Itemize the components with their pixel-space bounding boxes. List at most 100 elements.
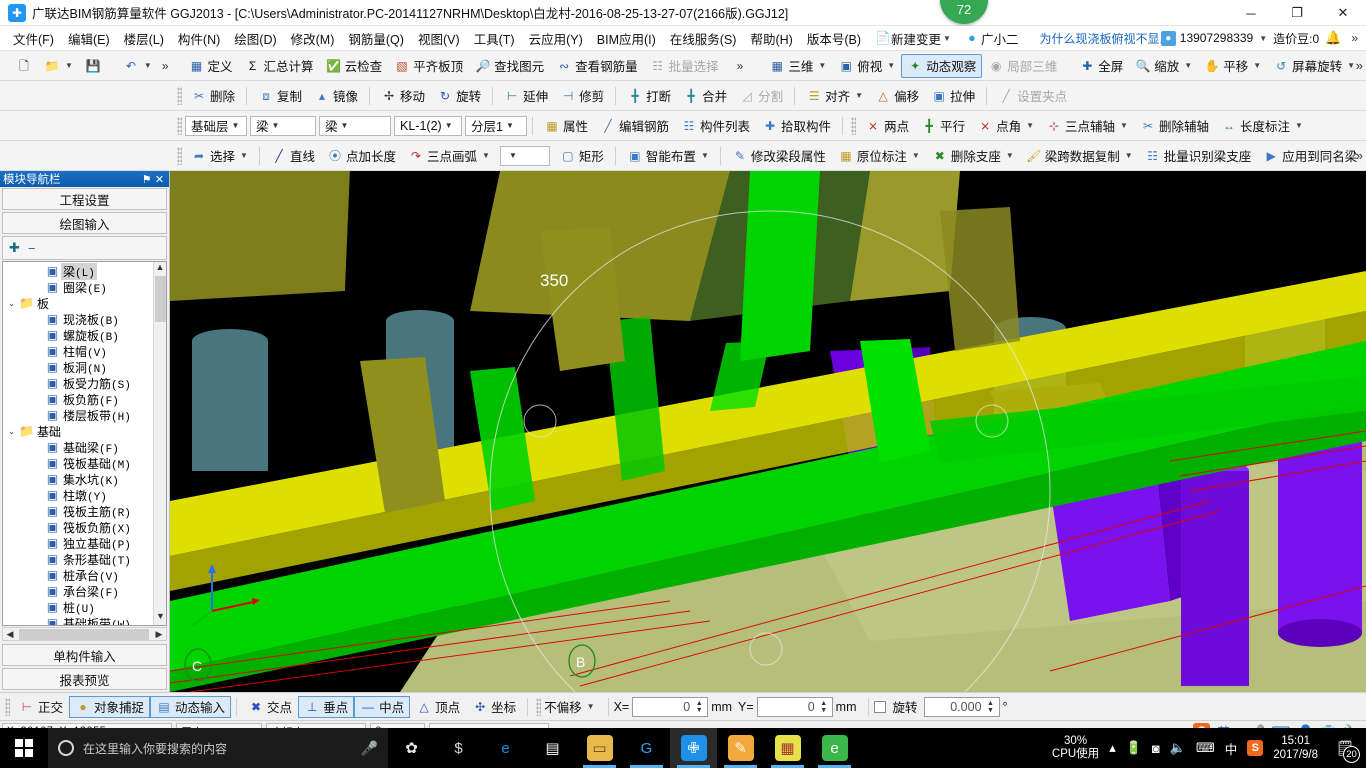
point-angle-button[interactable]: ⨯ 点角 ▼: [971, 114, 1040, 138]
move-button[interactable]: ✢ 移动: [375, 84, 431, 108]
batch-select-button[interactable]: ☷ 批量选择: [644, 54, 725, 78]
tree-item-16[interactable]: ▣ 筏板负筋(X): [3, 519, 153, 536]
member-combo[interactable]: KL-1(2) ▼: [394, 115, 462, 136]
menu-overflow-button[interactable]: »: [1347, 31, 1362, 45]
cpu-indicator[interactable]: 30% CPU使用: [1052, 735, 1099, 761]
rotate-checkbox[interactable]: [873, 700, 886, 713]
taskbar-store-icon[interactable]: ▤: [529, 728, 576, 768]
start-button[interactable]: [0, 728, 48, 768]
extend-button[interactable]: ⊢ 延伸: [498, 84, 554, 108]
taskbar-edge-icon[interactable]: e: [482, 728, 529, 768]
menu-bim-app[interactable]: BIM应用(I): [590, 26, 663, 51]
menu-view[interactable]: 视图(V): [411, 26, 467, 51]
maximize-button[interactable]: ❐: [1274, 0, 1320, 26]
offset-button[interactable]: △ 偏移: [869, 84, 925, 108]
pin-icon[interactable]: ⚑: [140, 173, 153, 186]
close-button[interactable]: ✕: [1320, 0, 1366, 26]
component-tree[interactable]: ▣ 梁(L) ▣ 圈梁(E) ⌄ 📁 板 ▣ 现浇板(B) ▣ 螺旋板(B) ▣ 柱帽(V) ▣ 板洞(N)…: [2, 261, 167, 626]
snap-midpoint[interactable]: — 中点: [354, 695, 411, 718]
parallel-button[interactable]: ╋ 平行: [915, 114, 971, 138]
report-preview-button[interactable]: 报表预览: [2, 668, 167, 690]
axis-toolbar-grip[interactable]: [851, 116, 857, 135]
scroll-right-icon[interactable]: ▶: [152, 629, 166, 640]
promo-link[interactable]: 为什么现浇板俯视不显..: [1039, 30, 1166, 47]
chevron-down-icon[interactable]: ▼: [587, 702, 595, 711]
taskbar-pinwheel-icon[interactable]: ✿: [388, 728, 435, 768]
tree-item-19[interactable]: ▣ 桩承台(V): [3, 567, 153, 584]
tree-item-13[interactable]: ▣ 集水坑(K): [3, 471, 153, 488]
toolbar-draw-overflow[interactable]: »: [1356, 148, 1363, 163]
break-button[interactable]: ╋ 打断: [621, 84, 677, 108]
apply-same-beam-button[interactable]: ▶ 应用到同名梁: [1257, 144, 1363, 168]
line-button[interactable]: ╱ 直线: [265, 144, 321, 168]
tree-item-8[interactable]: ▣ 板负筋(F): [3, 391, 153, 408]
menu-floor[interactable]: 楼层(L): [117, 26, 171, 51]
summary-calc-button[interactable]: Σ 汇总计算: [239, 54, 320, 78]
snap-coordinate[interactable]: ✣ 坐标: [466, 696, 522, 718]
zoom-button[interactable]: 🔍 缩放 ▼: [1129, 54, 1198, 78]
delete-button[interactable]: ✂ 删除: [185, 84, 241, 108]
tree-item-15[interactable]: ▣ 筏板主筋(R): [3, 503, 153, 520]
snap-dynamic-input[interactable]: ▤ 动态输入: [150, 695, 232, 718]
model-3d-scene[interactable]: 350 C B: [170, 171, 1366, 692]
model-viewport-3d[interactable]: 350 C B: [170, 171, 1366, 692]
snapbar-grip[interactable]: [5, 697, 10, 716]
delete-support-button[interactable]: ✖ 删除支座 ▼: [926, 144, 1020, 168]
battery-icon[interactable]: 🔋: [1126, 740, 1142, 756]
three-point-arc-button[interactable]: ↷ 三点画弧 ▼: [402, 144, 496, 168]
snap-perpendicular[interactable]: ⊥ 垂点: [298, 695, 355, 718]
pick-member-button[interactable]: ✚ 拾取构件: [756, 114, 837, 138]
undo-button[interactable]: ↶ ▼: [117, 54, 158, 78]
tree-item-5[interactable]: ▣ 柱帽(V): [3, 343, 153, 360]
keyboard-icon[interactable]: ⌨: [1196, 740, 1215, 756]
align-button[interactable]: ☰ 对齐 ▼: [800, 84, 869, 108]
tree-expander-icon[interactable]: ⌄: [5, 426, 18, 437]
spinner-arrows-icon[interactable]: ▲ ▼: [818, 700, 830, 714]
rotate-button[interactable]: ↻ 旋转: [431, 84, 487, 108]
offset-mode-label[interactable]: 不偏移: [544, 697, 582, 716]
member-toolbar-grip[interactable]: [177, 116, 182, 135]
tree-item-3[interactable]: ▣ 现浇板(B): [3, 311, 153, 328]
scroll-thumb[interactable]: [155, 276, 166, 322]
open-file-button[interactable]: 📁 ▼: [38, 54, 79, 78]
taskbar-spiral-icon[interactable]: $: [435, 728, 482, 768]
toolbar-view-overflow[interactable]: »: [1356, 58, 1363, 73]
layer-combo[interactable]: 分层1 ▼: [465, 115, 527, 136]
new-file-button[interactable]: 🗋: [10, 54, 38, 78]
snap-object-snap[interactable]: ● 对象捕捉: [69, 695, 151, 718]
offset-group-grip[interactable]: [536, 697, 542, 716]
split-button[interactable]: ◿ 分割: [733, 84, 789, 108]
dynamic-observe-button[interactable]: ✦ 动态观察: [901, 53, 983, 78]
hscroll-thumb[interactable]: [19, 629, 149, 640]
fullscreen-button[interactable]: ✚ 全屏: [1073, 54, 1129, 78]
scroll-up-icon[interactable]: ▲: [154, 262, 166, 276]
snap-intersection[interactable]: ✖ 交点: [242, 696, 298, 718]
tree-item-9[interactable]: ▣ 楼层板带(H): [3, 407, 153, 424]
properties-button[interactable]: ▦ 属性: [538, 114, 594, 138]
sogou-icon[interactable]: S: [1247, 740, 1264, 756]
edit-beam-seg-button[interactable]: ✎ 修改梁段属性: [726, 144, 832, 168]
mirror-button[interactable]: ▴ 镜像: [308, 84, 364, 108]
in-situ-label-button[interactable]: ▦ 原位标注 ▼: [832, 144, 926, 168]
toolbar-main-overflow[interactable]: »: [733, 59, 748, 73]
tree-item-17[interactable]: ▣ 独立基础(P): [3, 535, 153, 552]
project-settings-button[interactable]: 工程设置: [2, 188, 167, 210]
set-grip-button[interactable]: ╱ 设置夹点: [992, 84, 1073, 108]
menu-rebar-qty[interactable]: 钢筋量(Q): [341, 26, 411, 51]
volume-icon[interactable]: 🔈: [1170, 740, 1186, 756]
tree-vertical-scrollbar[interactable]: ▲ ▼: [153, 262, 166, 625]
tree-item-0[interactable]: ▣ 梁(L): [3, 262, 153, 280]
batch-beam-support-button[interactable]: ☷ 批量识别梁支座: [1139, 144, 1258, 168]
tree-item-21[interactable]: ▣ 桩(U): [3, 599, 153, 616]
view-top-button[interactable]: ▣ 俯视 ▼: [832, 54, 901, 78]
tree-item-18[interactable]: ▣ 条形基础(T): [3, 551, 153, 568]
menu-tools[interactable]: 工具(T): [467, 26, 522, 51]
taskbar-file-explorer-icon[interactable]: ▭: [576, 728, 623, 768]
tree-item-11[interactable]: ▣ 基础梁(F): [3, 439, 153, 456]
draw-toolbar-grip[interactable]: [177, 146, 182, 165]
taskbar-search[interactable]: 在这里输入你要搜索的内容 🎤: [48, 728, 388, 768]
taskbar-browser-e-icon[interactable]: e: [811, 728, 858, 768]
edit-rebar-button[interactable]: ╱ 编辑钢筋: [594, 114, 675, 138]
menu-modify[interactable]: 修改(M): [284, 26, 342, 51]
menu-online-service[interactable]: 在线服务(S): [663, 26, 744, 51]
